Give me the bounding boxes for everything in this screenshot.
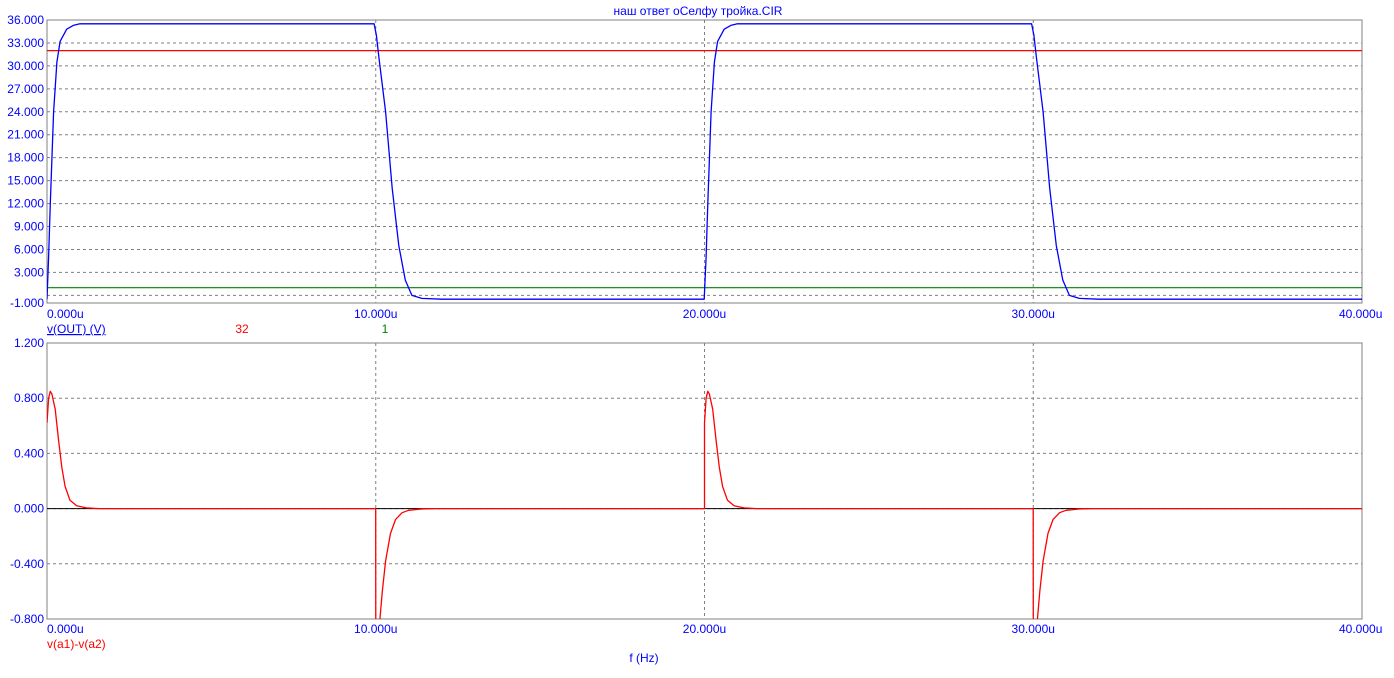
x-tick-label: 0.000u — [47, 622, 84, 636]
legend-vout[interactable]: v(OUT) (V) — [47, 322, 106, 336]
y-tick-label: 0.000 — [14, 502, 44, 516]
x-tick-label: 10.000u — [354, 622, 397, 636]
y-tick-label: -0.800 — [10, 612, 44, 626]
x-tick-label: 30.000u — [1012, 307, 1055, 321]
x-tick-label: 20.000u — [683, 307, 726, 321]
legend-va1-va2[interactable]: v(a1)-v(a2) — [47, 637, 106, 651]
series-line — [47, 23, 1362, 300]
y-tick-label: 15.000 — [7, 174, 44, 188]
x-tick-label: 40.000u — [1339, 622, 1382, 636]
x-tick-label: 10.000u — [354, 307, 397, 321]
x-tick-label: 20.000u — [683, 622, 726, 636]
hline-label-32: 32 — [235, 322, 249, 336]
x-tick-label: 40.000u — [1339, 307, 1382, 321]
y-tick-label: 27.000 — [7, 82, 44, 96]
y-tick-label: 0.800 — [14, 391, 44, 405]
y-tick-label: -1.000 — [10, 296, 44, 310]
y-tick-label: -0.400 — [10, 557, 44, 571]
chart-title: наш ответ оСелфу тройка.CIR — [614, 4, 783, 18]
y-tick-label: 9.000 — [14, 220, 44, 234]
y-tick-label: 33.000 — [7, 36, 44, 50]
x-tick-label: 0.000u — [47, 307, 84, 321]
y-tick-label: 36.000 — [7, 13, 44, 27]
y-tick-label: 6.000 — [14, 242, 44, 256]
y-tick-label: 3.000 — [14, 265, 44, 279]
y-tick-label: 18.000 — [7, 151, 44, 165]
x-tick-label: 30.000u — [1012, 622, 1055, 636]
x-axis-label: f (Hz) — [629, 651, 658, 665]
y-tick-label: 1.200 — [14, 336, 44, 350]
y-tick-label: 30.000 — [7, 59, 44, 73]
chart: наш ответ оСелфу тройка.CIR 36.000 33.000… — [7, 4, 1382, 665]
y-tick-label: 0.400 — [14, 446, 44, 460]
hline-label-1: 1 — [382, 322, 389, 336]
y-tick-label: 12.000 — [7, 197, 44, 211]
y-tick-label: 21.000 — [7, 128, 44, 142]
y-tick-label: 24.000 — [7, 105, 44, 119]
